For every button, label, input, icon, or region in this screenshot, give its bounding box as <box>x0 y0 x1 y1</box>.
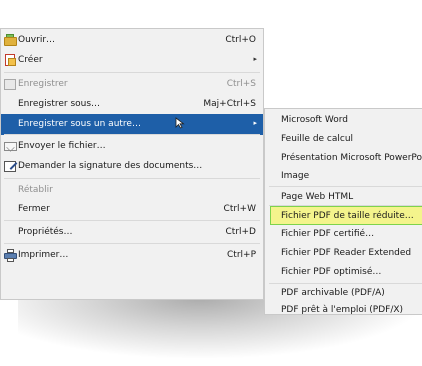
submenu-item-powerpoint[interactable]: Présentation Microsoft PowerPoint <box>265 149 422 168</box>
envelope-icon <box>4 140 17 153</box>
menu-separator <box>4 243 260 244</box>
create-document-icon <box>4 54 17 67</box>
submenu-item-label: Microsoft Word <box>281 115 348 125</box>
submenu-item-reduced-pdf[interactable]: Fichier PDF de taille réduite… <box>270 206 422 225</box>
menu-item-send-file-label: Envoyer le fichier… <box>18 141 106 151</box>
submenu-item-label: Présentation Microsoft PowerPoint <box>281 153 422 163</box>
submenu-item-optimized-pdf[interactable]: Fichier PDF optimisé… <box>265 263 422 282</box>
submenu-item-label: Fichier PDF certifié… <box>281 229 375 239</box>
menu-item-save-as-other[interactable]: Enregistrer sous un autre… ▸ <box>1 114 263 135</box>
menu-item-send-file[interactable]: Envoyer le fichier… <box>1 136 263 157</box>
signature-icon <box>4 160 18 173</box>
menu-item-close-label: Fermer <box>18 204 50 214</box>
menu-item-save-as-other-label: Enregistrer sous un autre… <box>18 119 141 129</box>
menu-item-request-signature-label: Demander la signature des documents… <box>18 161 203 171</box>
printer-icon <box>4 249 17 262</box>
menu-item-save-as[interactable]: Enregistrer sous… Maj+Ctrl+S <box>1 94 263 115</box>
menu-item-restore-label: Rétablir <box>18 185 53 195</box>
submenu-item-label: PDF archivable (PDF/A) <box>281 288 385 298</box>
menu-item-open-label: Ouvrir… <box>18 35 56 45</box>
submenu-item-label: Page Web HTML <box>281 192 354 202</box>
submenu-arrow-icon: ▸ <box>253 55 257 63</box>
submenu-item-pdfx[interactable]: PDF prêt à l'emploi (PDF/X) <box>265 301 422 315</box>
file-menu: Ouvrir… Ctrl+O Créer ▸ Enregistrer Ctrl+… <box>0 28 264 300</box>
menu-item-close-shortcut: Ctrl+W <box>223 204 256 214</box>
menu-item-properties-label: Propriétés… <box>18 227 73 237</box>
menu-item-print-shortcut: Ctrl+P <box>227 250 256 260</box>
menu-item-save-as-shortcut: Maj+Ctrl+S <box>203 99 256 109</box>
submenu-item-label: Fichier PDF optimisé… <box>281 267 382 277</box>
submenu-item-image[interactable]: Image <box>265 167 422 186</box>
menu-item-save-as-label: Enregistrer sous… <box>18 99 101 109</box>
menu-item-create[interactable]: Créer ▸ <box>1 50 263 71</box>
folder-open-icon <box>4 34 17 47</box>
menu-item-print[interactable]: Imprimer… Ctrl+P <box>1 245 263 266</box>
save-icon <box>4 78 17 91</box>
menu-separator <box>4 134 260 135</box>
menu-item-save-label: Enregistrer <box>18 79 68 89</box>
mouse-pointer-icon <box>175 117 185 129</box>
menu-separator <box>4 72 260 73</box>
submenu-item-certified-pdf[interactable]: Fichier PDF certifié… <box>265 225 422 244</box>
submenu-item-label: Fichier PDF Reader Extended <box>281 248 412 258</box>
menu-separator <box>4 178 260 179</box>
acrobat-file-menu-screen: Ouvrir… Ctrl+O Créer ▸ Enregistrer Ctrl+… <box>0 0 422 366</box>
submenu-separator <box>269 186 422 187</box>
menu-separator <box>4 220 260 221</box>
menu-item-properties-shortcut: Ctrl+D <box>225 227 257 237</box>
submenu-item-microsoft-word[interactable]: Microsoft Word <box>265 111 422 130</box>
menu-item-save-shortcut: Ctrl+S <box>226 79 256 89</box>
submenu-item-label: Fichier PDF de taille réduite… <box>281 211 414 221</box>
menu-item-open[interactable]: Ouvrir… Ctrl+O <box>1 30 263 51</box>
menu-item-print-label: Imprimer… <box>18 250 69 260</box>
submenu-item-reader-extended-pdf[interactable]: Fichier PDF Reader Extended <box>265 244 422 263</box>
menu-item-restore[interactable]: Rétablir <box>1 180 263 201</box>
menu-item-request-signature[interactable]: Demander la signature des documents… <box>1 156 263 177</box>
menu-item-close[interactable]: Fermer Ctrl+W <box>1 199 263 220</box>
menu-item-create-label: Créer <box>18 55 43 65</box>
menu-item-save[interactable]: Enregistrer Ctrl+S <box>1 74 263 95</box>
menu-item-open-shortcut: Ctrl+O <box>225 35 256 45</box>
submenu-item-label: PDF prêt à l'emploi (PDF/X) <box>281 305 404 315</box>
submenu-item-label: Image <box>281 171 310 181</box>
submenu-item-label: Feuille de calcul <box>281 134 354 144</box>
submenu-item-spreadsheet[interactable]: Feuille de calcul <box>265 130 422 149</box>
menu-item-properties[interactable]: Propriétés… Ctrl+D <box>1 222 263 243</box>
save-as-other-submenu: Microsoft Word Feuille de calcul Présent… <box>264 108 422 315</box>
submenu-arrow-icon: ▸ <box>253 119 257 127</box>
